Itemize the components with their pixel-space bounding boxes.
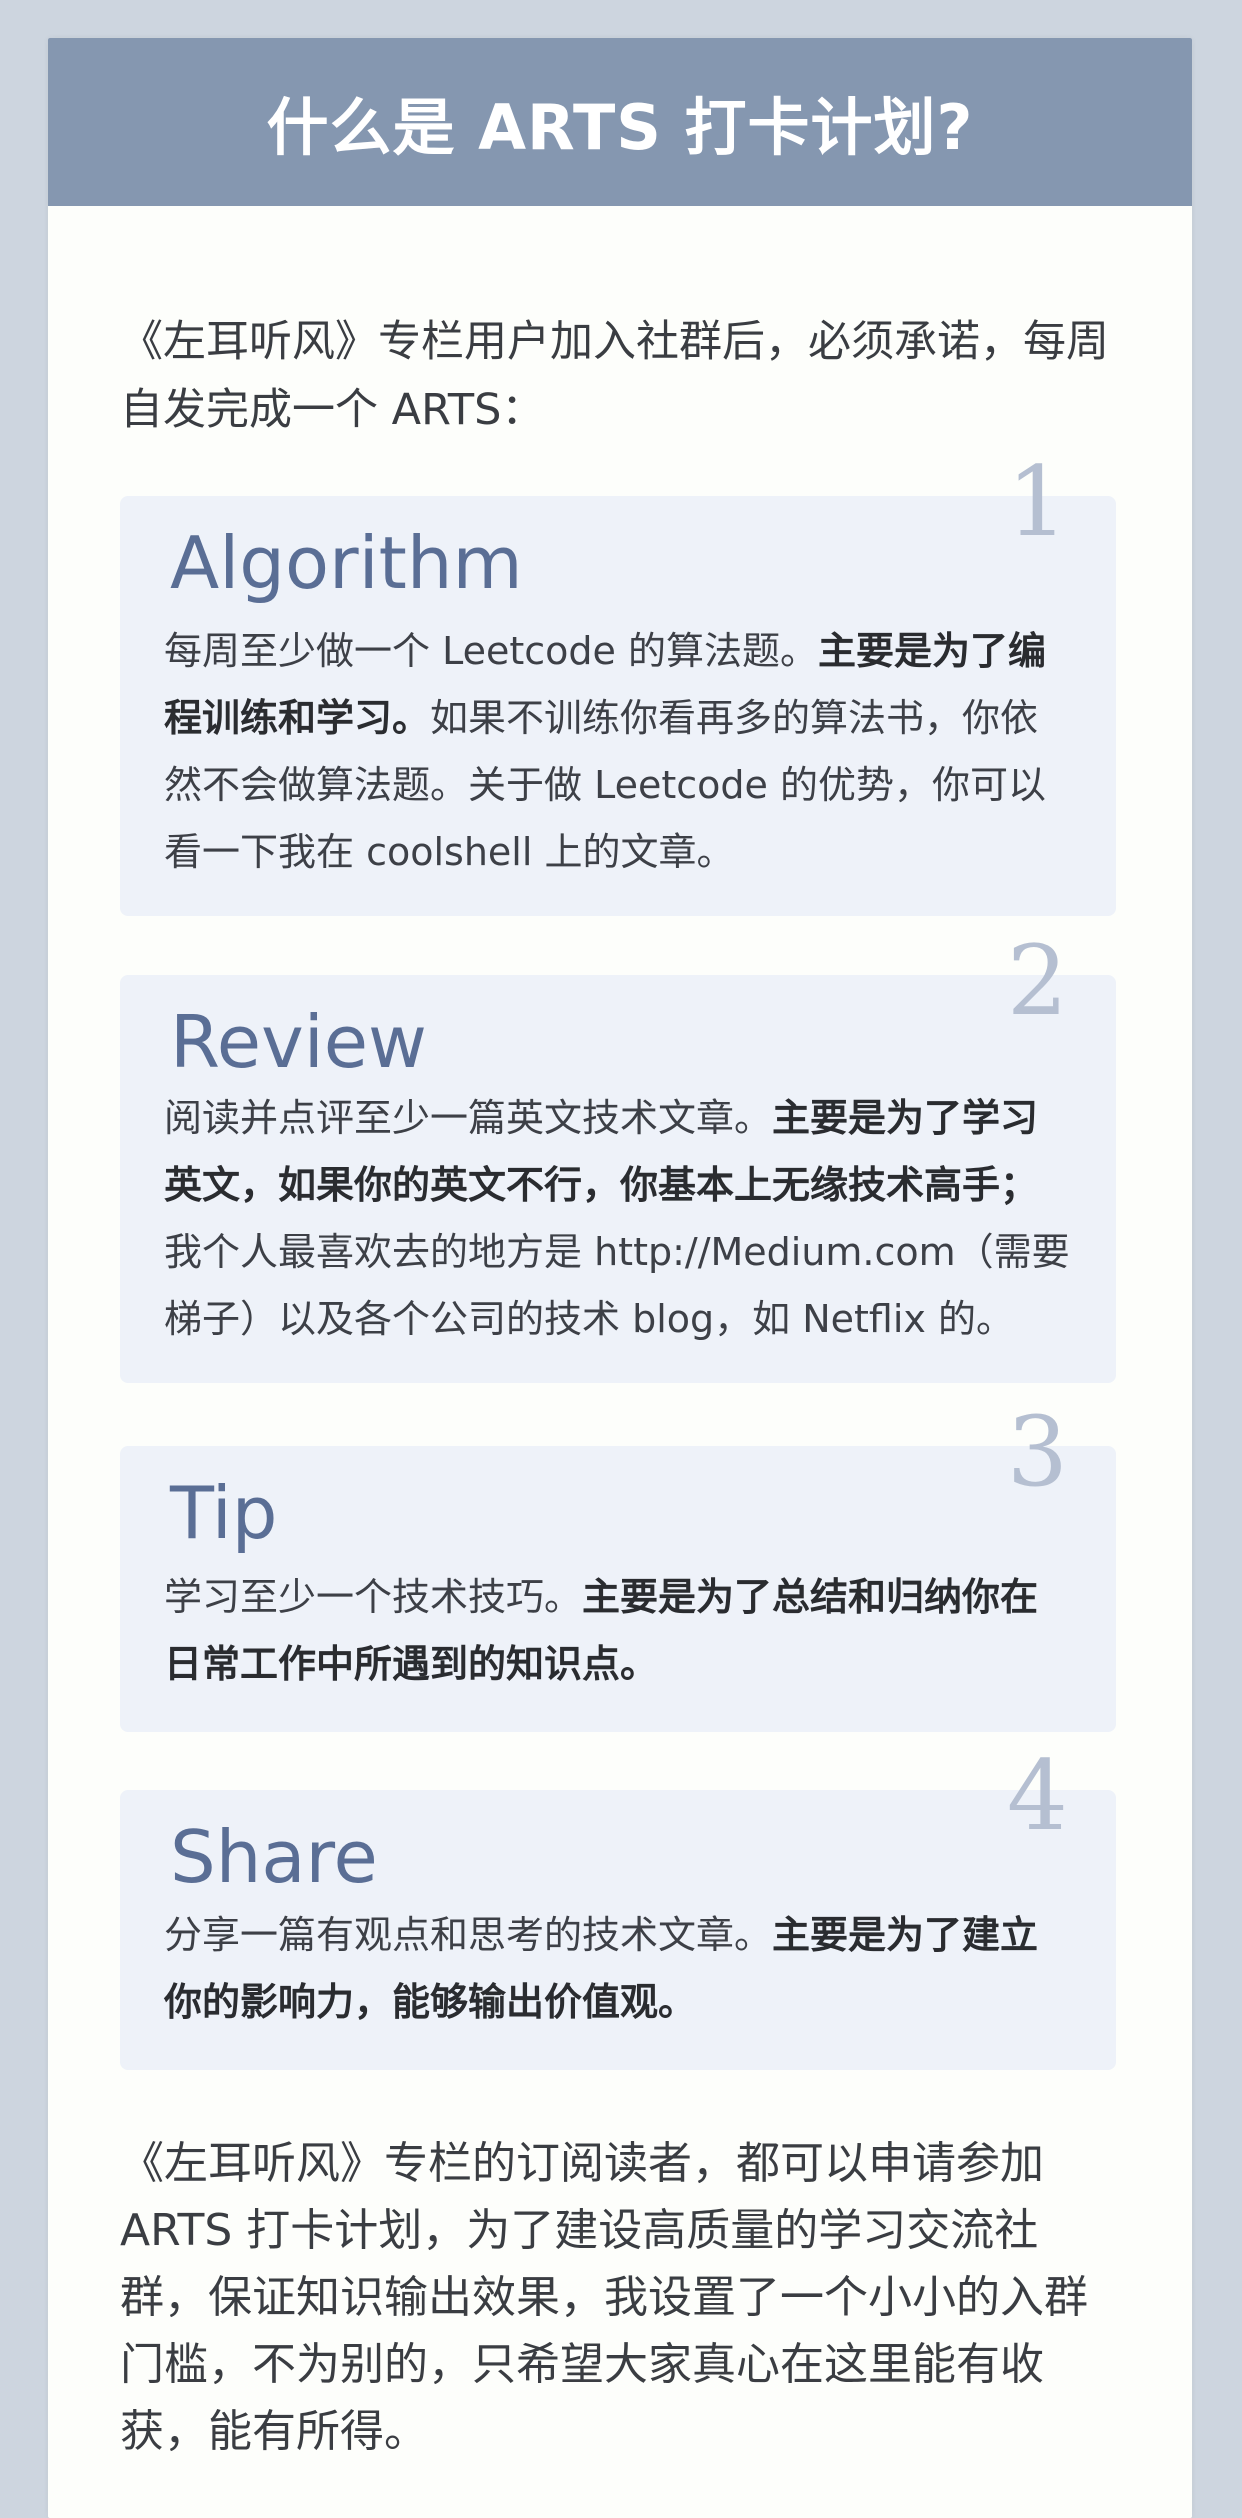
section-share: 4 Share 分享一篇有观点和思考的技术文章。主要是为了建立你的影响力，能够输…	[120, 1748, 1116, 2070]
section-tip: 3 Tip 学习至少一个技术技巧。主要是为了总结和归纳你在日常工作中所遇到的知识…	[120, 1404, 1116, 1732]
section-title: Algorithm	[170, 521, 523, 605]
section-algorithm: 1 Algorithm 每周至少做一个 Leetcode 的算法题。主要是为了编…	[120, 454, 1116, 916]
outro-paragraph: 《左耳听风》专栏的订阅读者，都可以申请参加 ARTS 打卡计划，为了建设高质量的…	[120, 2138, 1088, 2457]
body-text: 每周至少做一个 Leetcode 的算法题。	[164, 629, 818, 673]
body-text: 分享一篇有观点和思考的技术文章。	[164, 1913, 773, 1957]
section-body: 每周至少做一个 Leetcode 的算法题。主要是为了编程训练和学习。如果不训练…	[164, 618, 1072, 886]
section-number: 4	[1006, 1740, 1068, 1852]
section-title: Review	[170, 1000, 427, 1084]
section-title: Share	[170, 1815, 378, 1899]
section-body: 学习至少一个技术技巧。主要是为了总结和归纳你在日常工作中所遇到的知识点。	[164, 1564, 1072, 1698]
section-body: 分享一篇有观点和思考的技术文章。主要是为了建立你的影响力，能够输出价值观。	[164, 1902, 1072, 2036]
section-body: 阅读并点评至少一篇英文技术文章。主要是为了学习英文，如果你的英文不行，你基本上无…	[164, 1085, 1072, 1353]
section-title: Tip	[170, 1471, 278, 1555]
section-number: 3	[1006, 1396, 1068, 1508]
section-number: 2	[1006, 925, 1068, 1037]
arts-card: 什么是 ARTS 打卡计划? 《左耳听风》专栏用户加入社群后，必须承诺，每周自发…	[48, 38, 1192, 2518]
body-text: 学习至少一个技术技巧。	[164, 1575, 583, 1619]
section-number: 1	[1006, 446, 1068, 558]
section-review: 2 Review 阅读并点评至少一篇英文技术文章。主要是为了学习英文，如果你的英…	[120, 933, 1116, 1383]
intro-paragraph: 《左耳听风》专栏用户加入社群后，必须承诺，每周自发完成一个 ARTS：	[120, 317, 1109, 435]
body-text: 我个人最喜欢去的地方是 http://Medium.com（需要梯子）以及各个公…	[164, 1230, 1070, 1341]
header-banner: 什么是 ARTS 打卡计划?	[48, 38, 1192, 206]
page-title: 什么是 ARTS 打卡计划?	[266, 91, 974, 164]
body-text: 阅读并点评至少一篇英文技术文章。	[164, 1096, 773, 1140]
